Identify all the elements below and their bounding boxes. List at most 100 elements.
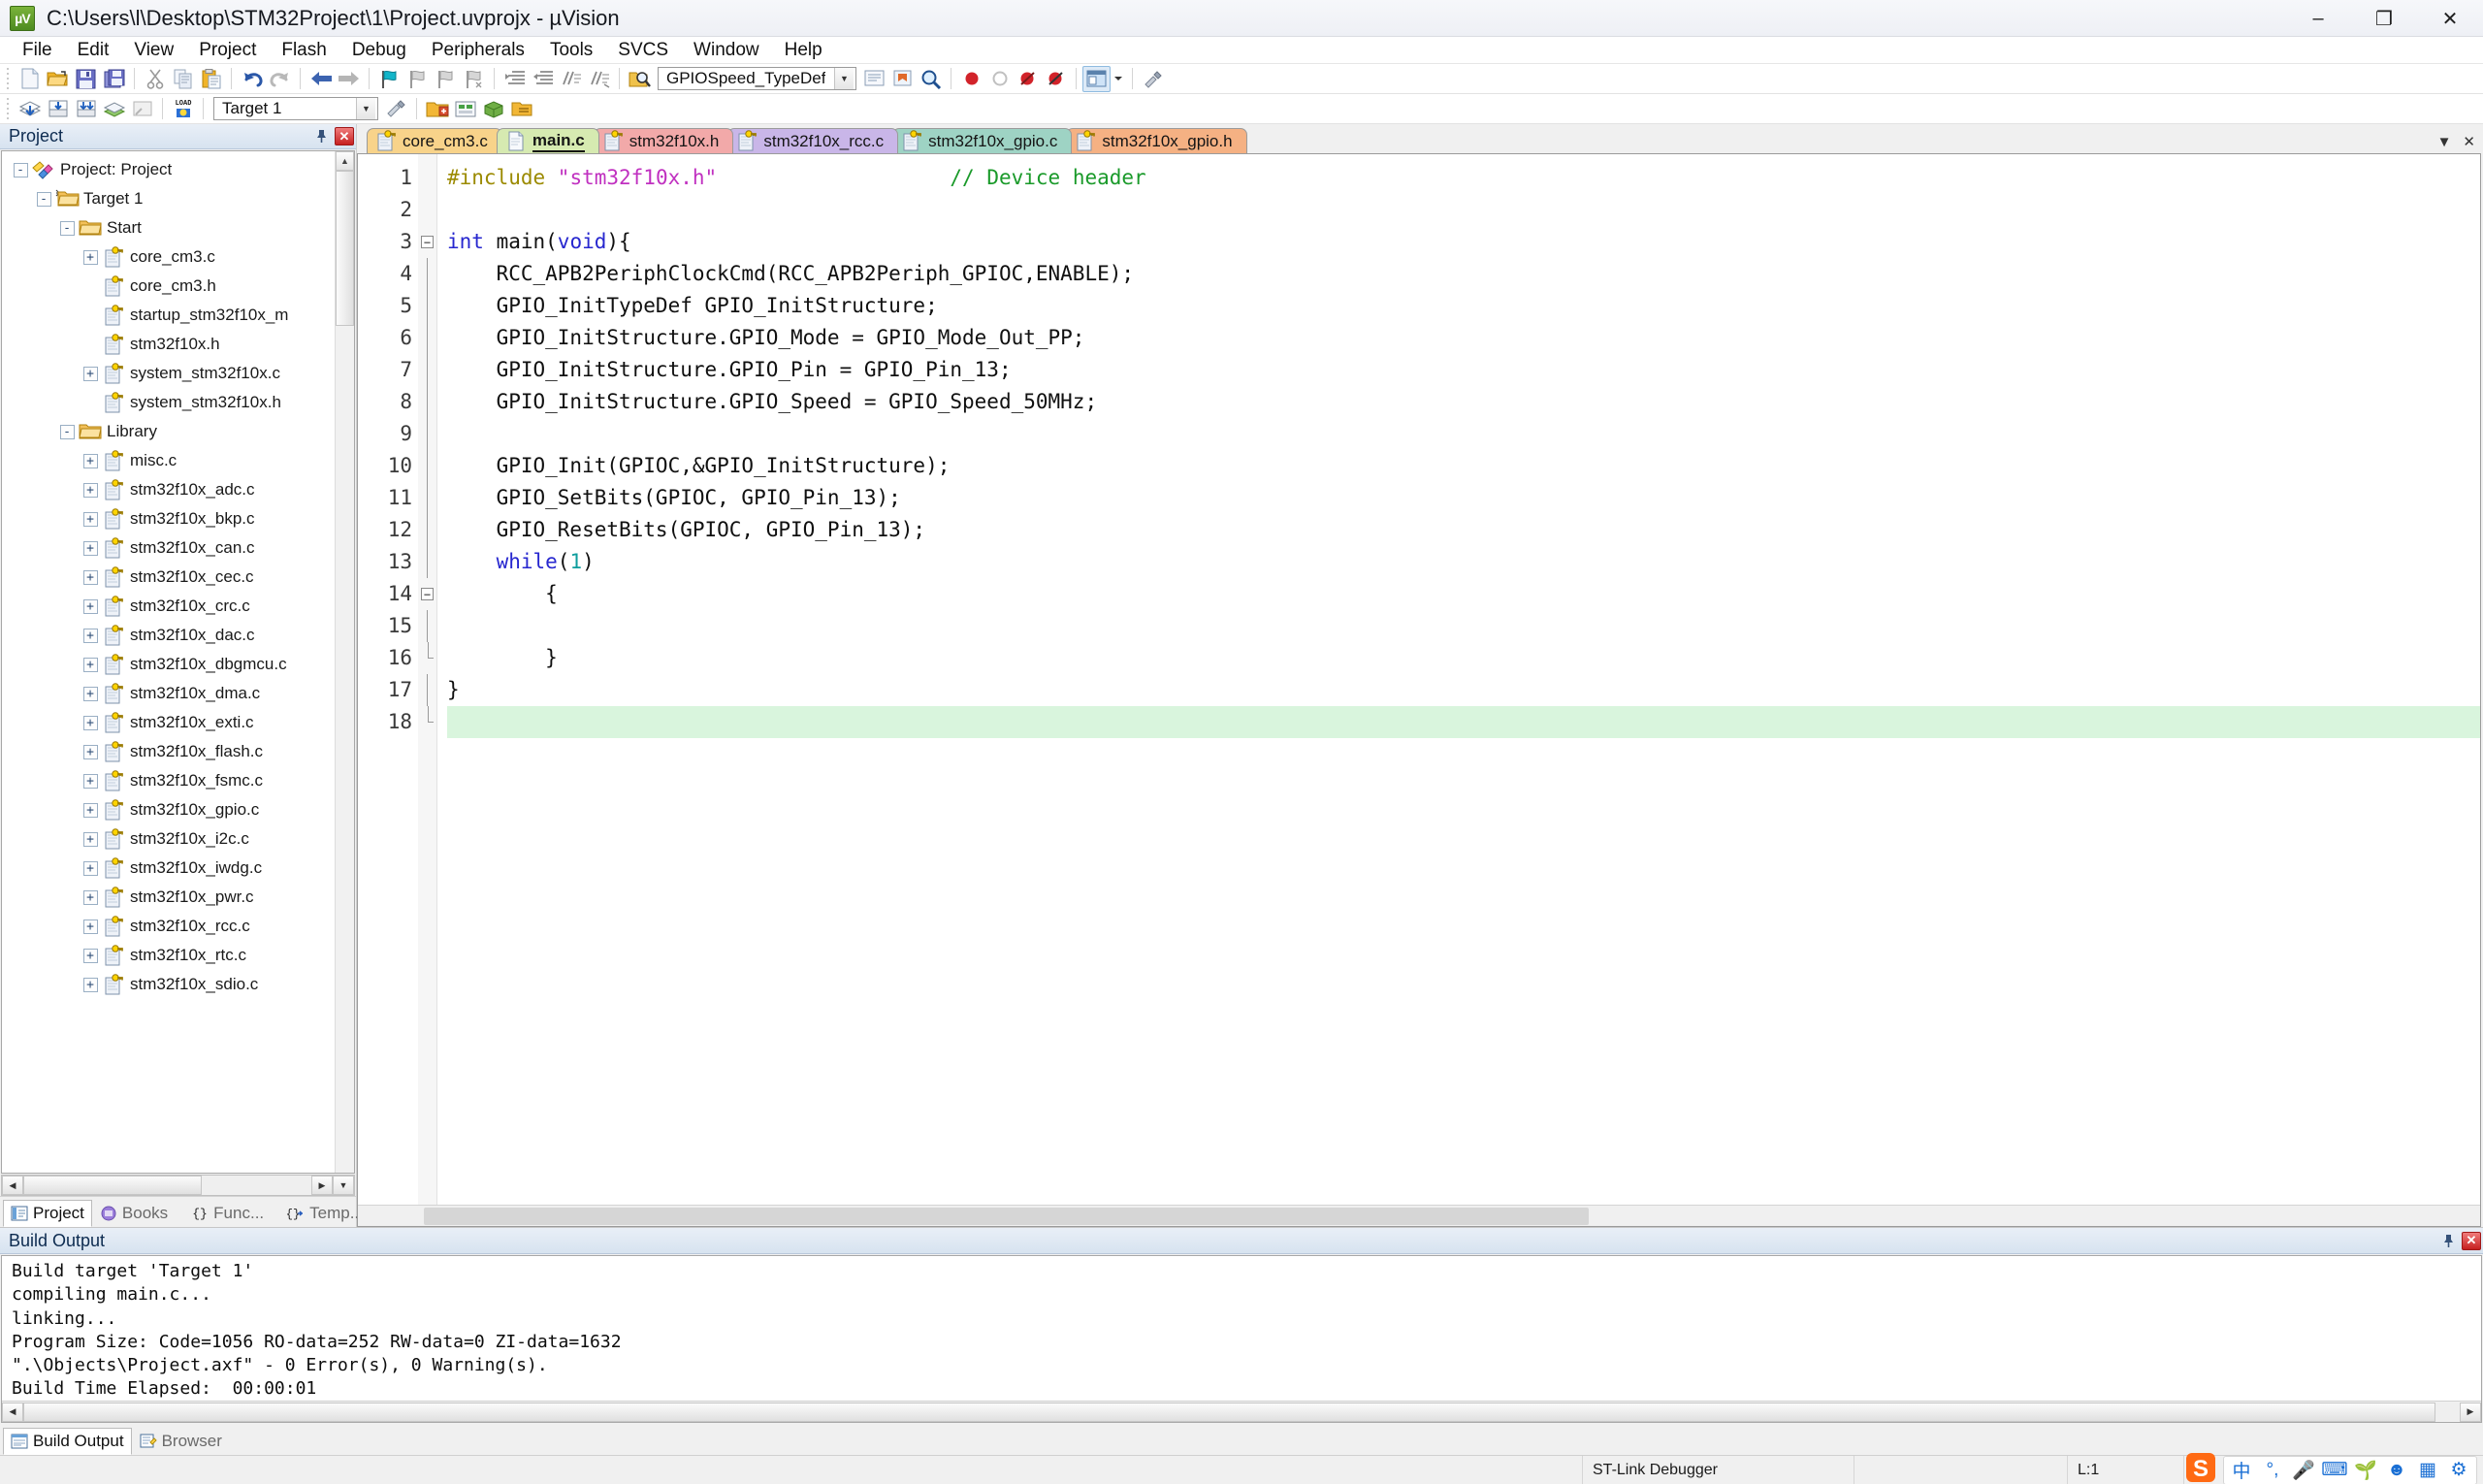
- settings-gear-icon[interactable]: ⚙: [2443, 1457, 2474, 1484]
- cut-icon[interactable]: [141, 66, 169, 92]
- tree-item-stm32f10x-dbgmcu-c[interactable]: + stm32f10x_dbgmcu.c: [2, 650, 335, 679]
- minimize-button[interactable]: –: [2285, 0, 2351, 37]
- manage-project-items-icon[interactable]: [423, 96, 451, 122]
- expander-glyph[interactable]: +: [82, 366, 98, 381]
- code-line[interactable]: [447, 418, 2480, 450]
- code-line[interactable]: while(1): [447, 546, 2480, 578]
- symbol-combo[interactable]: GPIOSpeed_TypeDef ▼: [658, 67, 856, 90]
- code-line[interactable]: GPIO_InitStructure.GPIO_Pin = GPIO_Pin_1…: [447, 354, 2480, 386]
- expander-glyph[interactable]: +: [82, 831, 98, 847]
- editor-tab-stm32f10x-rcc-c[interactable]: stm32f10x_rcc.c: [727, 128, 899, 153]
- pack-installer-icon[interactable]: [479, 96, 507, 122]
- collapse-toggle-icon[interactable]: -: [10, 159, 31, 180]
- menu-item-edit[interactable]: Edit: [65, 38, 122, 63]
- fold-box[interactable]: −: [421, 236, 434, 248]
- expand-toggle-icon[interactable]: +: [80, 916, 101, 937]
- hscroll-thumb[interactable]: [23, 1176, 203, 1195]
- expander-glyph[interactable]: +: [82, 860, 98, 876]
- tree-item-library[interactable]: - Library: [2, 417, 335, 446]
- bookmark-next-icon[interactable]: [432, 66, 460, 92]
- apps-grid-icon[interactable]: ▦: [2412, 1457, 2443, 1484]
- expand-toggle-icon[interactable]: +: [80, 625, 101, 646]
- tree-item-stm32f10x-pwr-c[interactable]: + stm32f10x_pwr.c: [2, 883, 335, 912]
- expand-toggle-icon[interactable]: +: [80, 974, 101, 995]
- tree-item-stm32f10x-bkp-c[interactable]: + stm32f10x_bkp.c: [2, 504, 335, 533]
- expand-toggle-icon[interactable]: +: [80, 683, 101, 704]
- panel-tab-func[interactable]: {} Func...: [183, 1200, 272, 1227]
- expander-glyph[interactable]: -: [59, 424, 75, 439]
- chevron-down-icon[interactable]: ▼: [356, 98, 375, 119]
- tree-item-stm32f10x-dac-c[interactable]: + stm32f10x_dac.c: [2, 621, 335, 650]
- expander-glyph[interactable]: +: [82, 889, 98, 905]
- tree-item-project-project[interactable]: - Project: Project: [2, 155, 335, 184]
- expand-toggle-icon[interactable]: +: [80, 479, 101, 500]
- kill-all-breakpoints-icon[interactable]: [1014, 66, 1042, 92]
- tree-item-stm32f10x-rcc-c[interactable]: + stm32f10x_rcc.c: [2, 912, 335, 941]
- indent-right-icon[interactable]: [500, 66, 529, 92]
- expander-glyph[interactable]: +: [82, 569, 98, 585]
- expand-toggle-icon[interactable]: +: [80, 508, 101, 530]
- expander-glyph[interactable]: +: [82, 540, 98, 556]
- tree-item-stm32f10x-cec-c[interactable]: + stm32f10x_cec.c: [2, 563, 335, 592]
- collapse-toggle-icon[interactable]: -: [56, 421, 78, 442]
- pin-icon[interactable]: [2437, 1230, 2459, 1251]
- rebuild-icon[interactable]: [44, 96, 72, 122]
- tree-item-system-stm32f10x-h[interactable]: system_stm32f10x.h: [2, 388, 335, 417]
- expander-glyph[interactable]: +: [82, 744, 98, 759]
- code-line[interactable]: GPIO_InitStructure.GPIO_Mode = GPIO_Mode…: [447, 322, 2480, 354]
- disable-breakpoint-icon[interactable]: [985, 66, 1014, 92]
- tree-item-stm32f10x-sdio-c[interactable]: + stm32f10x_sdio.c: [2, 970, 335, 999]
- panel-tab-project[interactable]: Project: [3, 1200, 92, 1227]
- punctuation-icon[interactable]: °,: [2257, 1457, 2288, 1484]
- expand-toggle-icon[interactable]: +: [80, 246, 101, 268]
- scroll-left-icon[interactable]: ◀: [2, 1402, 23, 1422]
- project-tree[interactable]: - Project: Project - Target 1- Start + core_cm…: [2, 151, 335, 1173]
- tree-item-stm32f10x-flash-c[interactable]: + stm32f10x_flash.c: [2, 737, 335, 766]
- code-line[interactable]: GPIO_InitTypeDef GPIO_InitStructure;: [447, 290, 2480, 322]
- menu-item-help[interactable]: Help: [772, 38, 835, 63]
- expand-toggle-icon[interactable]: +: [80, 712, 101, 733]
- panel-tab-books[interactable]: Books: [92, 1200, 176, 1227]
- configure-icon[interactable]: [1139, 66, 1167, 92]
- menu-item-view[interactable]: View: [121, 38, 186, 63]
- code-line[interactable]: GPIO_SetBits(GPIOC, GPIO_Pin_13);: [447, 482, 2480, 514]
- editor-tab-stm32f10x-gpio-h[interactable]: stm32f10x_gpio.h: [1066, 128, 1247, 153]
- tree-item-stm32f10x-crc-c[interactable]: + stm32f10x_crc.c: [2, 592, 335, 621]
- chevron-down-icon[interactable]: ▼: [2437, 134, 2452, 150]
- close-icon[interactable]: ✕: [2463, 133, 2475, 150]
- expander-glyph[interactable]: +: [82, 482, 98, 498]
- expand-toggle-icon[interactable]: +: [80, 450, 101, 471]
- tree-item-target-1[interactable]: - Target 1: [2, 184, 335, 213]
- manage-run-time-env-icon[interactable]: [451, 96, 479, 122]
- menu-item-svcs[interactable]: SVCS: [605, 38, 681, 63]
- expander-glyph[interactable]: +: [82, 249, 98, 265]
- tree-item-core-cm3-h[interactable]: core_cm3.h: [2, 272, 335, 301]
- code-line[interactable]: [447, 194, 2480, 226]
- collapse-toggle-icon[interactable]: -: [33, 188, 54, 210]
- collapse-toggle-icon[interactable]: -: [56, 217, 78, 239]
- save-all-icon[interactable]: [100, 66, 128, 92]
- chevron-down-icon[interactable]: ▼: [834, 68, 854, 89]
- tree-item-core-cm3-c[interactable]: + core_cm3.c: [2, 242, 335, 272]
- menu-item-flash[interactable]: Flash: [269, 38, 339, 63]
- vscroll-thumb[interactable]: [336, 171, 354, 326]
- editor-hscrollbar[interactable]: [358, 1205, 2480, 1226]
- expand-toggle-icon[interactable]: +: [80, 537, 101, 559]
- expander-glyph[interactable]: -: [13, 162, 28, 177]
- multi-project-icon[interactable]: [507, 96, 535, 122]
- expander-glyph[interactable]: +: [82, 511, 98, 527]
- build-output-body[interactable]: Build target 'Target 1' compiling main.c.…: [1, 1255, 2482, 1423]
- menu-item-project[interactable]: Project: [186, 38, 269, 63]
- expand-toggle-icon[interactable]: +: [80, 828, 101, 850]
- editor-tab-stm32f10x-h[interactable]: stm32f10x.h: [593, 128, 734, 153]
- menu-item-tools[interactable]: Tools: [537, 38, 605, 63]
- toolbar-grip-2[interactable]: [4, 98, 12, 119]
- code-line[interactable]: }: [447, 674, 2480, 706]
- expand-toggle-icon[interactable]: +: [80, 887, 101, 908]
- tree-item-start[interactable]: - Start: [2, 213, 335, 242]
- expand-toggle-icon[interactable]: +: [80, 363, 101, 384]
- copy-icon[interactable]: [169, 66, 197, 92]
- save-icon[interactable]: [72, 66, 100, 92]
- tree-item-stm32f10x-gpio-c[interactable]: + stm32f10x_gpio.c: [2, 795, 335, 824]
- expander-glyph[interactable]: +: [82, 628, 98, 643]
